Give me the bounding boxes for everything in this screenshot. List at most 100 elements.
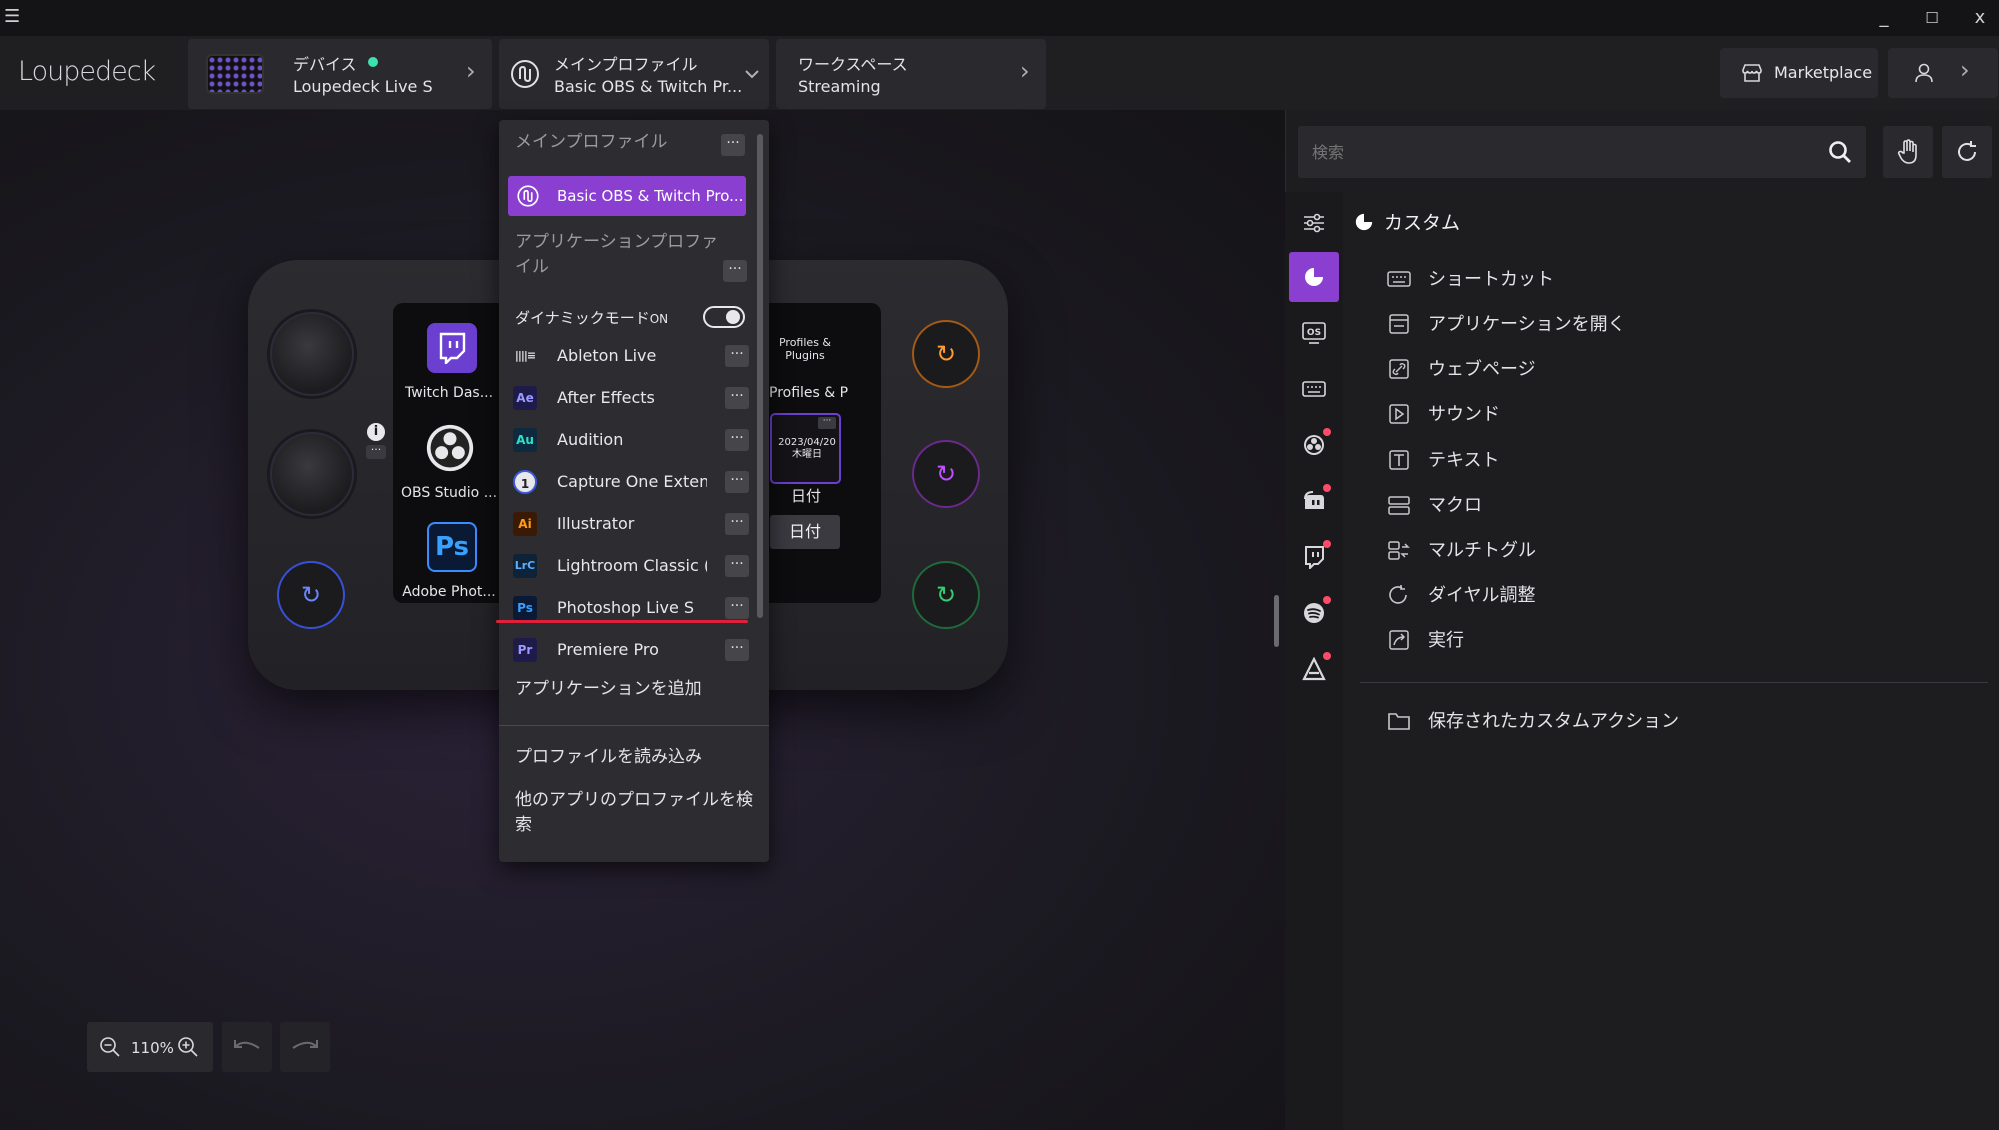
app-item-premiere-pro[interactable]: Pr Premiere Pro ···: [513, 634, 749, 666]
action-label: 実行: [1428, 630, 1464, 651]
action-web-page[interactable]: ウェブページ: [1386, 348, 1686, 388]
action-multi-toggle[interactable]: マルチトグル: [1386, 529, 1686, 569]
selected-profile-item[interactable]: Basic OBS & Twitch Pro...: [508, 176, 746, 216]
load-profile-link[interactable]: プロファイルを読み込み: [515, 745, 745, 770]
dial-1[interactable]: [270, 312, 354, 396]
sidebar-item-custom[interactable]: [1289, 252, 1339, 302]
action-label: マクロ: [1428, 495, 1482, 516]
undo-button[interactable]: [222, 1022, 272, 1072]
sidebar-item-os[interactable]: OS: [1289, 308, 1339, 358]
sidebar-item-plugin[interactable]: [1289, 644, 1339, 694]
search-box[interactable]: [1298, 126, 1866, 178]
after-effects-icon: Ae: [513, 386, 537, 410]
keyboard-icon: [1302, 381, 1326, 397]
profiles-plugins-tile[interactable]: Profiles & Plugins: [770, 336, 840, 362]
action-dial-adjust[interactable]: ダイヤル調整: [1386, 574, 1686, 614]
app-item-lightroom-classic[interactable]: LrC Lightroom Classic (L... ···: [513, 550, 749, 582]
app-more-button[interactable]: ···: [725, 555, 749, 577]
redo-button[interactable]: [280, 1022, 330, 1072]
app-more-button[interactable]: ···: [725, 513, 749, 535]
app-more-button[interactable]: ···: [725, 639, 749, 661]
minimize-button[interactable]: _: [1864, 4, 1904, 32]
hand-icon: [1897, 139, 1917, 164]
dynamic-mode-toggle[interactable]: [703, 306, 745, 328]
category-title: カスタム: [1384, 212, 1461, 234]
app-item-illustrator[interactable]: Ai Illustrator ···: [513, 508, 749, 540]
app-name: Capture One Extend...: [557, 472, 707, 491]
custom-icon: [1355, 213, 1373, 231]
page-more-button[interactable]: ···: [366, 444, 386, 459]
account-button[interactable]: ›: [1888, 48, 1998, 98]
sidebar-item-twitch[interactable]: [1289, 532, 1339, 582]
round-button-4[interactable]: ↻: [914, 322, 978, 386]
device-selector[interactable]: デバイス Loupedeck Live S ›: [188, 39, 492, 109]
app-item-after-effects[interactable]: Ae After Effects ···: [513, 382, 749, 414]
app-item-audition[interactable]: Au Audition ···: [513, 424, 749, 456]
tile-label: Adobe Phot...: [402, 584, 496, 600]
app-more-button[interactable]: ···: [725, 345, 749, 367]
zoom-in-icon[interactable]: [177, 1036, 199, 1058]
zoom-out-icon[interactable]: [99, 1036, 121, 1058]
twitch-icon[interactable]: [427, 323, 477, 373]
user-icon: [1915, 63, 1933, 83]
app-item-capture-one[interactable]: 1 Capture One Extend... ···: [513, 466, 749, 498]
dropdown-scrollbar[interactable]: [757, 134, 763, 618]
sidebar-item-obs[interactable]: [1289, 420, 1339, 470]
obs-icon[interactable]: [425, 423, 475, 473]
link-icon: [1389, 359, 1409, 379]
sidebar-item-settings[interactable]: [1289, 198, 1339, 248]
text-icon: [1389, 450, 1409, 470]
refresh-button[interactable]: [1942, 126, 1992, 178]
add-application-link[interactable]: アプリケーションを追加: [515, 677, 745, 702]
workspace-selector[interactable]: ワークスペース Streaming ›: [776, 39, 1046, 109]
custom-icon: [1305, 268, 1323, 286]
store-icon: [1742, 64, 1762, 82]
app-profile-more-button[interactable]: ···: [723, 260, 747, 282]
marketplace-button[interactable]: Marketplace: [1720, 48, 1878, 98]
action-sound[interactable]: サウンド: [1386, 393, 1686, 433]
saved-custom-actions-folder[interactable]: 保存されたカスタムアクション: [1386, 700, 1786, 740]
app-item-ableton[interactable]: ||||≡ Ableton Live ···: [513, 340, 749, 372]
hamburger-menu-icon[interactable]: ☰: [4, 6, 22, 28]
folder-icon: [1388, 713, 1410, 730]
category-sidebar: OS: [1285, 192, 1343, 1130]
touch-mode-button[interactable]: [1883, 126, 1933, 178]
main-profile-more-button[interactable]: ···: [721, 134, 745, 156]
sidebar-item-streamlabs[interactable]: [1289, 476, 1339, 526]
app-more-button[interactable]: ···: [725, 597, 749, 619]
lightroom-icon: LrC: [513, 554, 537, 578]
app-more-button[interactable]: ···: [725, 429, 749, 451]
maximize-button[interactable]: ☐: [1912, 4, 1952, 32]
sidebar-item-spotify[interactable]: [1289, 588, 1339, 638]
action-label: ショートカット: [1428, 269, 1554, 290]
search-input[interactable]: [1312, 136, 1812, 168]
profile-dropdown: メインプロファイル ··· Basic OBS & Twitch Pro... …: [496, 120, 769, 862]
profile-selector[interactable]: メインプロファイル Basic OBS & Twitch Pr...: [499, 39, 769, 109]
round-button-1[interactable]: ↻: [279, 563, 343, 627]
notification-badge: [1323, 540, 1331, 548]
search-icon[interactable]: [1828, 140, 1852, 164]
action-text[interactable]: テキスト: [1386, 439, 1686, 479]
sidebar-item-keyboard[interactable]: [1289, 364, 1339, 414]
action-run[interactable]: 実行: [1386, 619, 1686, 659]
action-open-application[interactable]: アプリケーションを開く: [1386, 303, 1686, 343]
round-button-5[interactable]: ↻: [914, 442, 978, 506]
illustrator-icon: Ai: [513, 512, 537, 536]
search-other-profiles-link[interactable]: 他のアプリのプロファイルを検索: [515, 788, 755, 838]
refresh-icon: [1958, 141, 1976, 161]
close-button[interactable]: x: [1960, 4, 1999, 32]
tile-more-button[interactable]: ···: [818, 417, 836, 429]
round-button-6[interactable]: ↻: [914, 563, 978, 627]
date-value: 2023/04/20: [778, 437, 836, 448]
app-more-button[interactable]: ···: [725, 471, 749, 493]
action-shortcut[interactable]: ショートカット: [1386, 258, 1686, 298]
app-more-button[interactable]: ···: [725, 387, 749, 409]
tile-label: Profiles & Pl...: [769, 385, 849, 401]
photoshop-icon[interactable]: Ps: [427, 522, 477, 572]
profile-logo-icon: [511, 60, 539, 88]
date-tile-selected[interactable]: 2023/04/20 木曜日 ···: [770, 413, 841, 484]
info-icon[interactable]: i: [367, 423, 385, 441]
action-macro[interactable]: マクロ: [1386, 484, 1686, 524]
panel-resize-handle[interactable]: [1274, 595, 1279, 647]
dial-2[interactable]: [270, 432, 354, 516]
